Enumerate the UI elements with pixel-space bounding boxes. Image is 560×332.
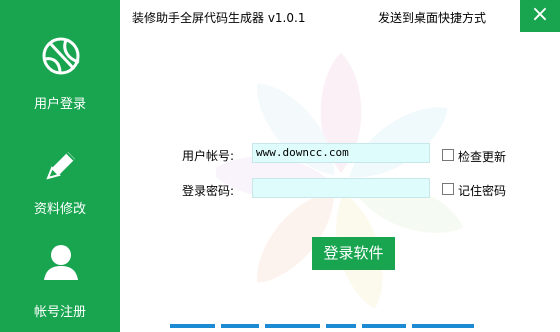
check-update-label: 检查更新 (458, 150, 507, 164)
close-button[interactable]: × (520, 0, 560, 32)
pencil-icon (46, 152, 75, 180)
password-input[interactable] (252, 178, 430, 198)
sidebar-item-edit-profile[interactable]: 资料修改 (0, 110, 120, 220)
sidebar-item-login[interactable]: 用户登录 (0, 0, 120, 112)
user-icon (44, 245, 78, 280)
window-title: 装修助手全屏代码生成器 v1.0.1 (132, 11, 306, 25)
username-label: 用户帐号: (182, 149, 235, 163)
sidebar-item-label: 帐号注册 (33, 305, 86, 320)
password-label: 登录密码: (182, 184, 235, 198)
sidebar-item-label: 资料修改 (33, 202, 86, 217)
footer-link-strip[interactable] (170, 324, 520, 332)
login-button[interactable]: 登录软件 (312, 237, 395, 270)
remember-password-label: 记住密码 (458, 184, 507, 198)
sidebar: 用户登录 资料修改 帐号注册 (0, 0, 120, 332)
sidebar-item-register[interactable]: 帐号注册 (0, 220, 120, 332)
main-panel: 装修助手全屏代码生成器 v1.0.1 发送到桌面快捷方式 × 用户帐号: www… (120, 0, 560, 332)
title-bar: 装修助手全屏代码生成器 v1.0.1 发送到桌面快捷方式 × (120, 0, 560, 32)
username-input[interactable]: www.downcc.com (252, 143, 430, 163)
remember-password-checkbox[interactable] (442, 183, 454, 195)
basketball-icon (42, 37, 80, 75)
send-to-desktop-link[interactable]: 发送到桌面快捷方式 (378, 9, 486, 26)
check-update-checkbox[interactable] (442, 149, 454, 161)
